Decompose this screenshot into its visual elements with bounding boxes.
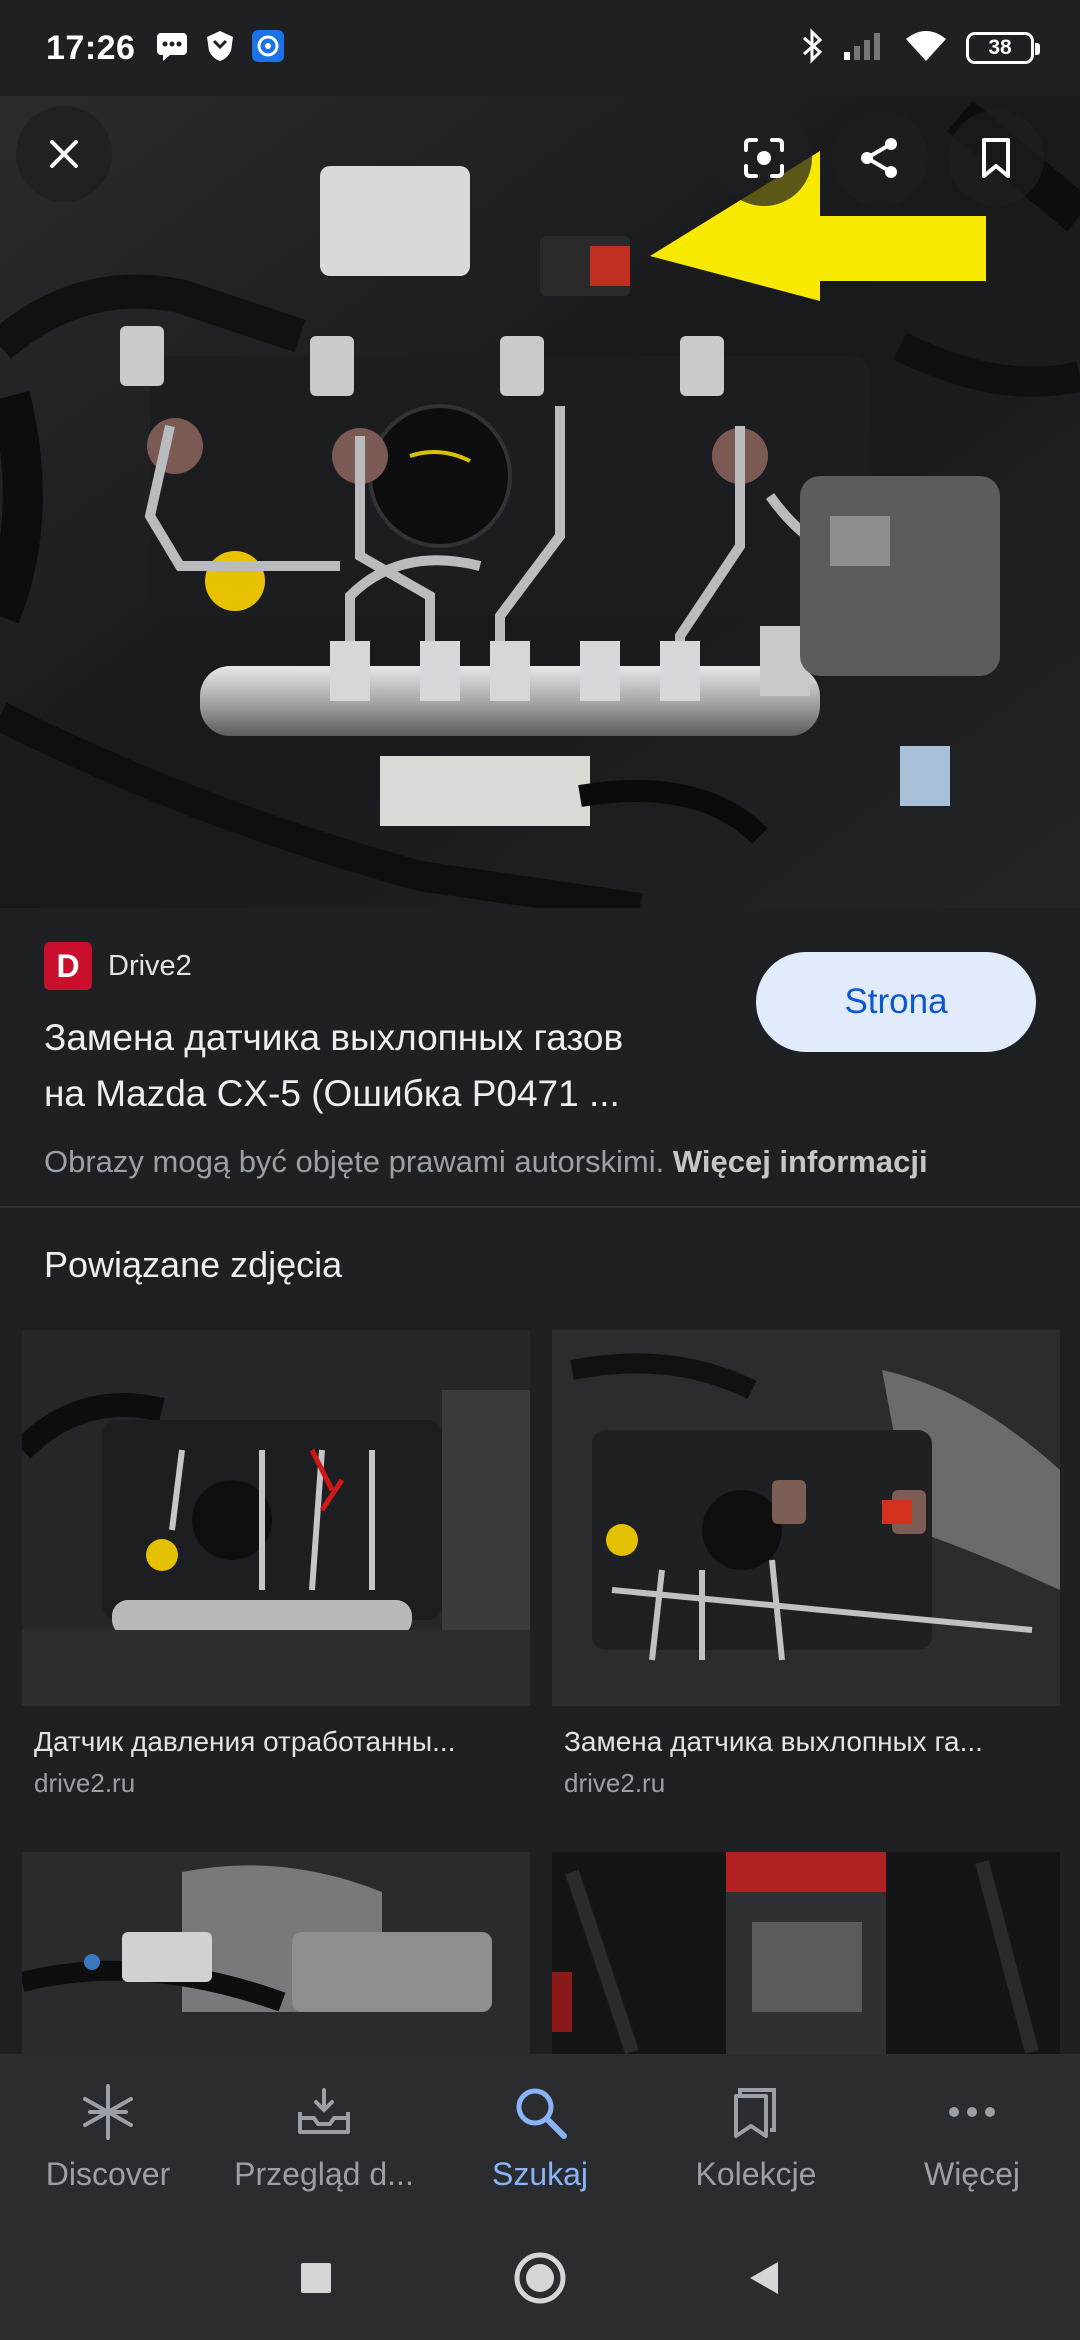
clock: 17:26: [46, 28, 136, 67]
related-caption-2[interactable]: Замена датчика выхлопных га...: [564, 1726, 1054, 1758]
shield-app-icon: [203, 29, 237, 68]
visit-site-button[interactable]: Strona: [756, 952, 1036, 1052]
wifi-icon: [904, 29, 948, 68]
related-photo-3: [22, 1852, 530, 2062]
nav-discover[interactable]: Discover: [8, 2054, 208, 2216]
hero-image[interactable]: [0, 96, 1080, 908]
nav-collections[interactable]: Kolekcje: [656, 2054, 856, 2216]
lens-icon: [744, 138, 784, 178]
related-photo-1: [22, 1330, 530, 1706]
close-icon: [50, 140, 78, 168]
related-heading: Powiązane zdjęcia: [44, 1244, 343, 1285]
nav-label-search: Szukaj: [491, 2156, 589, 2192]
related-photo-4: [552, 1852, 1060, 2062]
blue-app-icon: [251, 29, 285, 68]
status-bar: 17:26 38: [0, 0, 1080, 96]
related-domain-1: drive2.ru: [34, 1768, 136, 1798]
home-circle-icon: [514, 2252, 566, 2304]
related-domain-2: drive2.ru: [564, 1768, 666, 1798]
search-icon: [508, 2080, 572, 2144]
system-navigation: [0, 2216, 1080, 2340]
bookmark-button[interactable]: [948, 110, 1044, 206]
site-name: Drive2: [108, 949, 192, 982]
copyright-notice: Obrazy mogą być objęte prawami autorskim…: [44, 1144, 928, 1180]
more-icon: [940, 2080, 1004, 2144]
share-button[interactable]: [832, 110, 928, 206]
nav-label-more: Więcej: [923, 2156, 1020, 2192]
close-button[interactable]: [16, 106, 112, 202]
nav-label-collections: Kolekcje: [695, 2156, 817, 2192]
source-card: D Drive2 Замена датчика выхлопных газов …: [0, 908, 1080, 1208]
signal-icon: [842, 30, 886, 67]
battery-icon: 38: [966, 32, 1040, 64]
share-icon: [861, 138, 897, 178]
message-icon: [155, 30, 189, 67]
nav-more[interactable]: Więcej: [872, 2054, 1072, 2216]
asterisk-icon: [76, 2080, 140, 2144]
nav-search[interactable]: Szukaj: [440, 2054, 640, 2216]
inbox-icon: [292, 2080, 356, 2144]
more-info-link[interactable]: Więcej informacji: [673, 1144, 928, 1179]
back-button[interactable]: [734, 2248, 794, 2308]
nav-label-discover: Discover: [45, 2156, 171, 2192]
engine-photo: [0, 96, 1080, 908]
site-logo: D: [44, 942, 92, 990]
collections-icon: [724, 2080, 788, 2144]
related-image-3[interactable]: [22, 1852, 530, 2062]
copyright-text: Obrazy mogą być objęte prawami autorskim…: [44, 1144, 665, 1179]
bottom-navigation: Discover Przegląd d... Szukaj Kolekcje W…: [0, 2054, 1080, 2216]
related-image-2[interactable]: [552, 1330, 1060, 1706]
related-image-4[interactable]: [552, 1852, 1060, 2062]
image-title-line-1: Замена датчика выхлопных газов: [44, 1017, 624, 1058]
recents-button[interactable]: [286, 2248, 346, 2308]
image-title-line-2: на Mazda CX-5 (Ошибка P0471 ...: [44, 1073, 620, 1114]
nav-label-updates: Przegląd d...: [234, 2156, 414, 2192]
bookmark-icon: [982, 138, 1010, 178]
image-title[interactable]: Замена датчика выхлопных газов на Mazda …: [44, 1010, 724, 1122]
bluetooth-icon: [800, 27, 824, 69]
site-info[interactable]: D Drive2: [44, 942, 192, 990]
back-triangle-icon: [750, 2262, 778, 2294]
square-icon: [301, 2263, 331, 2293]
related-photo-2: [552, 1330, 1060, 1706]
nav-updates[interactable]: Przegląd d...: [224, 2054, 424, 2216]
related-image-1[interactable]: [22, 1330, 530, 1706]
related-caption-1[interactable]: Датчик давления отработанны...: [34, 1726, 524, 1758]
lens-button[interactable]: [716, 110, 812, 206]
screen: 17:26 38 D Drive2 Замена датчика выхлопн…: [0, 0, 1080, 2340]
divider: [0, 1206, 1080, 1208]
home-button[interactable]: [510, 2248, 570, 2308]
